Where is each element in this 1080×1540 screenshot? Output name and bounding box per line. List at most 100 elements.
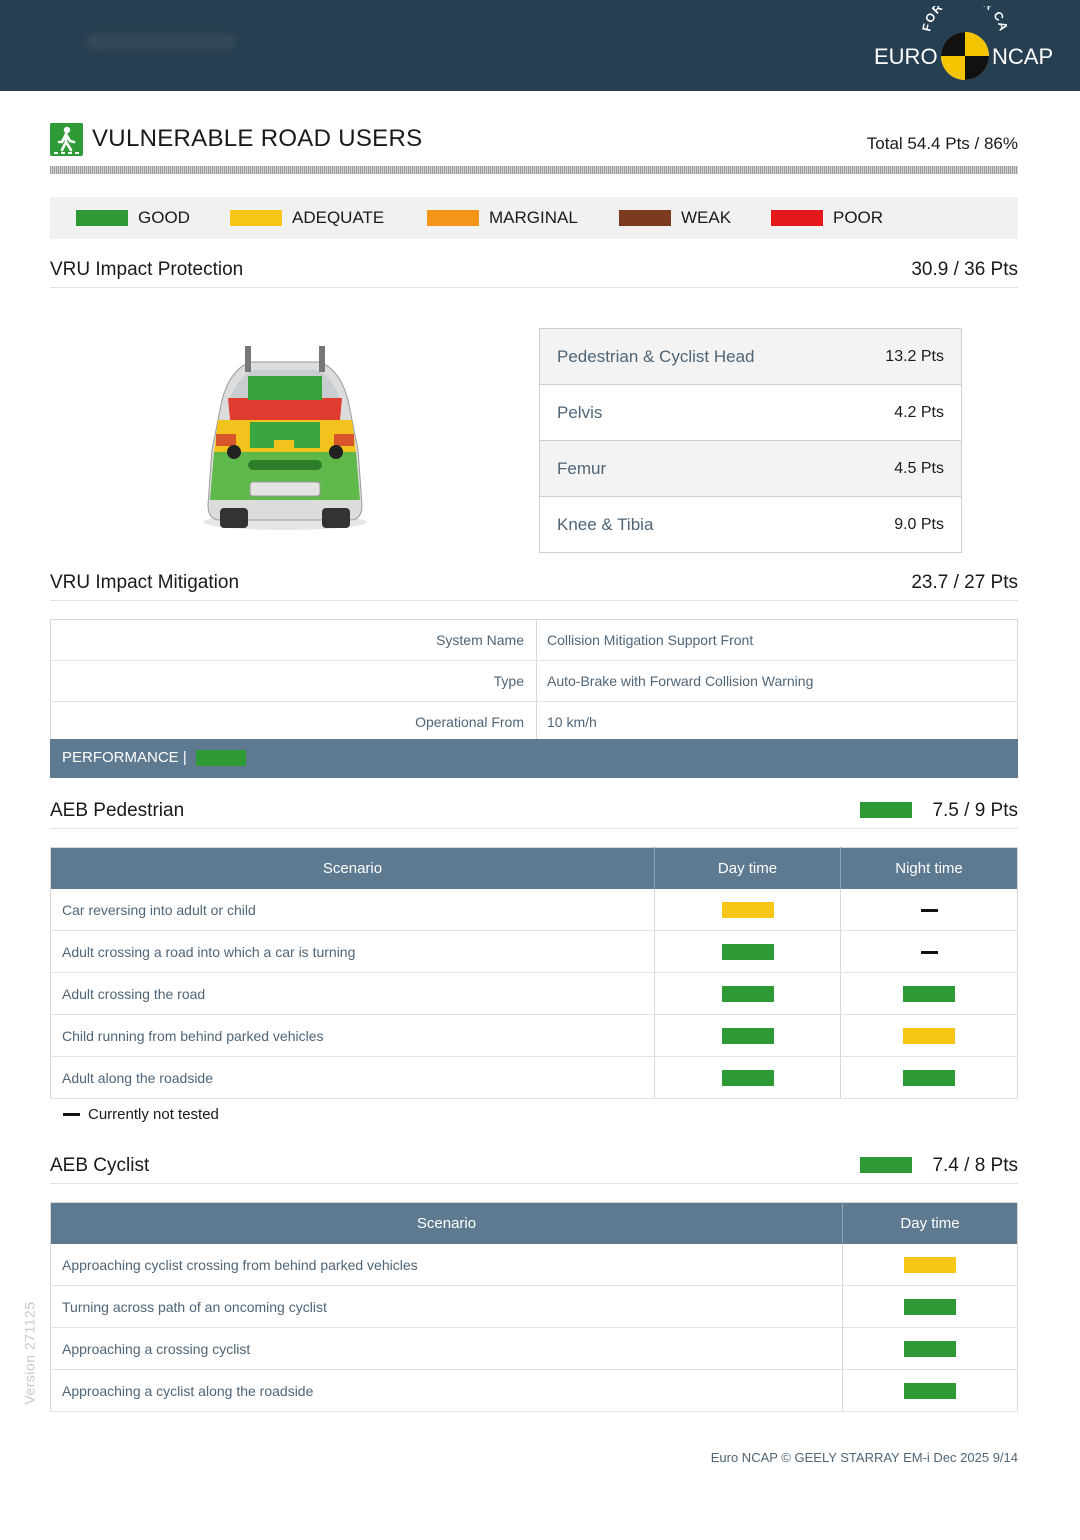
table-row: Adult crossing a road into which a car i… [50,930,1018,973]
column-header-day: Day time [842,1202,1018,1244]
day-rating-cell [654,1014,841,1057]
table-header-row: Scenario Day time [50,1202,1018,1244]
header-bar: FOR SAFER CARS EURO NCAP [0,0,1080,91]
legend-item-adequate: ADEQUATE [230,197,384,239]
legend-label: GOOD [138,208,190,227]
system-info-table: System Name Collision Mitigation Support… [50,619,1018,743]
day-rating-cell [654,930,841,973]
rating-swatch [721,1070,774,1087]
performance-label: PERFORMANCE | [62,749,187,766]
scenario-label: Child running from behind parked vehicle… [50,1014,655,1057]
version-label: Version 271125 [21,1301,38,1405]
rating-swatch [721,986,774,1003]
day-rating-cell [842,1285,1018,1328]
table-header-row: Scenario Day time Night time [50,847,1018,889]
legend-item-weak: WEAK [619,197,731,239]
night-rating-cell [840,930,1018,973]
day-rating-cell [654,1056,841,1099]
table-row: Car reversing into adult or child [50,889,1018,931]
aeb-pedestrian-title: AEB Pedestrian [50,800,185,821]
body-region-points: 4.5 Pts [840,440,962,497]
table-row: Adult crossing the road [50,972,1018,1015]
night-rating-cell [840,1056,1018,1099]
table-row: Pedestrian & Cyclist Head 13.2 Pts [539,328,962,385]
body-region-points: 4.2 Pts [840,384,962,441]
rating-swatch [904,1257,956,1274]
rating-swatch [903,1070,955,1087]
day-rating-cell [842,1327,1018,1370]
rating-swatch [904,1383,956,1400]
day-rating-cell [842,1244,1018,1286]
impact-protection-header: VRU Impact Protection 30.9 / 36 Pts [50,257,1018,288]
aeb-cyclist-points: 7.4 / 8 Pts [932,1155,1018,1176]
rating-swatch [903,986,955,1003]
not-tested-note: Currently not tested [63,1106,219,1123]
aeb-cyclist-table: Scenario Day time Approaching cyclist cr… [50,1202,1018,1412]
legend-swatch [427,210,479,226]
impact-protection-points: 30.9 / 36 Pts [911,259,1018,280]
system-info-value: Auto-Brake with Forward Collision Warnin… [536,660,1018,702]
car-front-impact-image [203,346,367,530]
svg-text:NCAP: NCAP [992,44,1053,69]
day-rating-cell [842,1369,1018,1412]
body-region-points: 13.2 Pts [840,328,962,385]
aeb-pedestrian-header: AEB Pedestrian 7.5 / 9 Pts [50,798,1018,829]
aeb-pedestrian-table: Scenario Day time Night time Car reversi… [50,847,1018,1099]
aeb-pedestrian-points: 7.5 / 9 Pts [932,800,1018,821]
system-info-value: Collision Mitigation Support Front [536,619,1018,661]
legend-item-poor: POOR [771,197,883,239]
column-header-night: Night time [840,847,1018,889]
aeb-cyclist-title: AEB Cyclist [50,1155,150,1176]
body-region-label: Pedestrian & Cyclist Head [539,328,841,385]
aeb-pedestrian-rating-swatch [860,802,912,818]
rating-swatch [721,1028,774,1045]
table-row: Child running from behind parked vehicle… [50,1014,1018,1057]
impact-mitigation-title: VRU Impact Mitigation [50,572,240,593]
rating-swatch [903,1028,955,1045]
day-rating-cell [654,889,841,931]
body-region-label: Knee & Tibia [557,514,654,534]
rating-swatch [904,1299,956,1316]
not-tested-label: Currently not tested [88,1106,219,1123]
section-total-score: Total 54.4 Pts / 86% [866,134,1018,153]
legend-label: ADEQUATE [292,208,385,227]
column-header-scenario: Scenario [50,1202,843,1244]
system-info-key: Operational From [50,701,537,743]
performance-rating-swatch [196,750,246,766]
system-info-key: System Name [50,619,537,661]
impact-protection-table: Pedestrian & Cyclist Head 13.2 Pts Pelvi… [539,328,962,553]
system-info-key: Type [50,660,537,702]
performance-bar: PERFORMANCE | [50,739,1018,778]
night-rating-cell [840,1014,1018,1057]
impact-mitigation-header: VRU Impact Mitigation 23.7 / 27 Pts [50,570,1018,601]
svg-text:FOR SAFER CARS: FOR SAFER CARS [870,6,1011,33]
scenario-label: Turning across path of an oncoming cycli… [50,1285,843,1328]
rating-swatch [721,944,774,961]
rating-legend: GOOD ADEQUATE MARGINAL WEAK POOR [50,197,1018,239]
impact-protection-title: VRU Impact Protection [50,259,244,280]
legend-label: WEAK [681,208,732,227]
section-title: VULNERABLE ROAD USERS [92,125,423,152]
system-info-value: 10 km/h [536,701,1018,743]
table-row: Turning across path of an oncoming cycli… [50,1285,1018,1328]
legend-item-good: GOOD [76,197,190,239]
legend-swatch [230,210,282,226]
blurred-brand-logo [86,34,236,50]
body-region-points: 9.0 Pts [894,515,944,533]
body-region-label: Femur [539,440,841,497]
night-rating-cell [840,889,1018,931]
legend-swatch [771,210,823,226]
table-row: Type Auto-Brake with Forward Collision W… [50,660,1018,702]
table-row: Approaching cyclist crossing from behind… [50,1244,1018,1286]
column-header-day: Day time [654,847,841,889]
euro-ncap-logo: FOR SAFER CARS EURO NCAP [870,6,1053,80]
table-row: Femur 4.5 Pts [539,440,962,497]
title-divider [50,166,1018,174]
aeb-cyclist-rating-swatch [860,1157,912,1173]
legend-swatch [619,210,671,226]
scenario-label: Adult crossing a road into which a car i… [50,930,655,973]
table-row: Operational From 10 km/h [50,701,1018,743]
pedestrian-icon [50,123,83,156]
body-region-label: Pelvis [539,384,841,441]
scenario-label: Adult crossing the road [50,972,655,1015]
